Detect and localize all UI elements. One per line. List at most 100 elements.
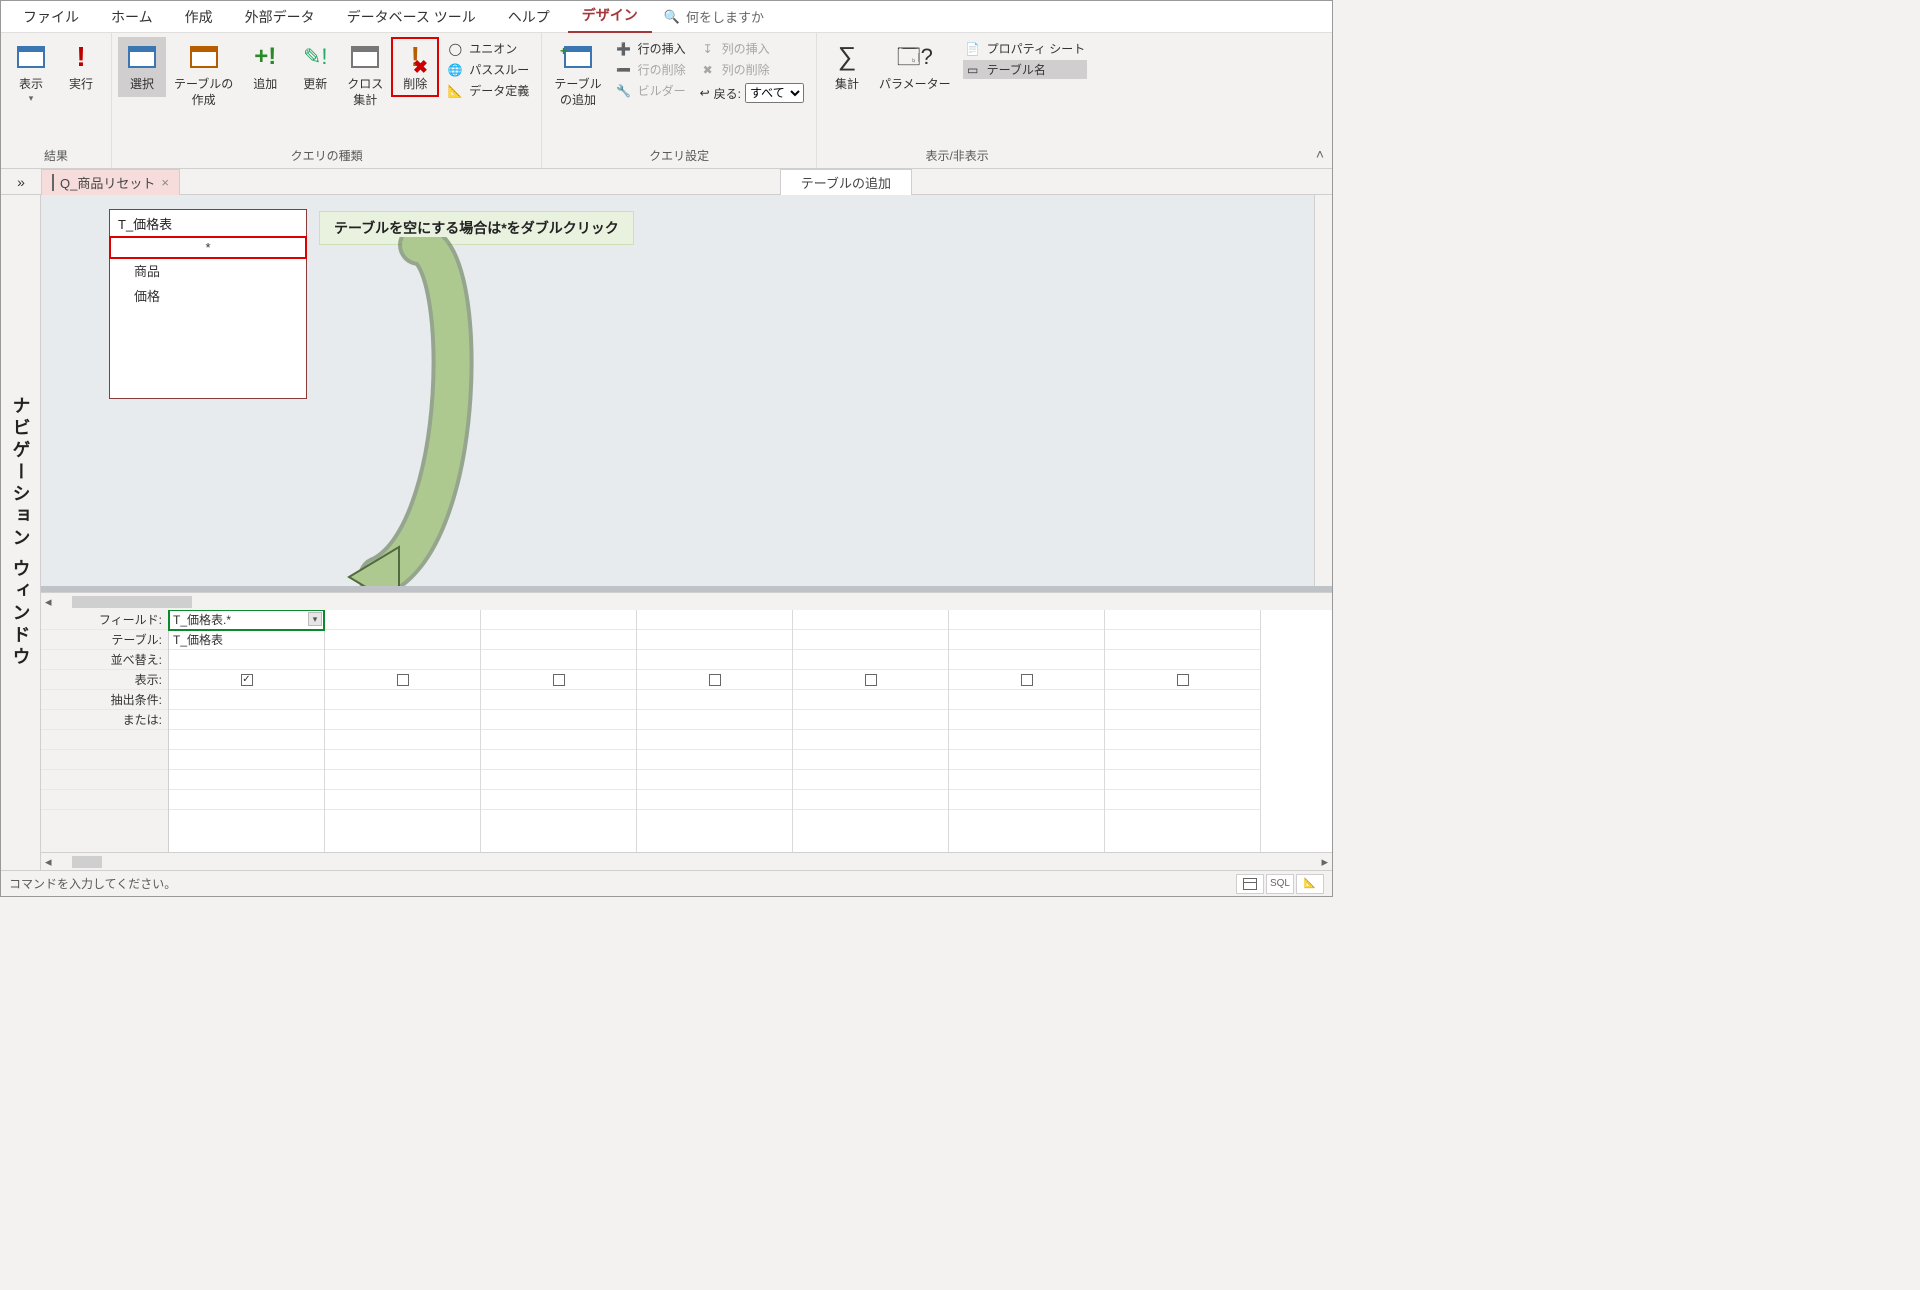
menu-create[interactable]: 作成 [171, 1, 227, 33]
blank-cell[interactable] [949, 750, 1104, 770]
blank-cell[interactable] [1105, 750, 1260, 770]
query-tab[interactable]: Q_商品リセット × [41, 169, 180, 195]
chevron-down-icon[interactable]: ▾ [308, 612, 322, 626]
design-view-button[interactable]: 📐 [1296, 874, 1324, 894]
show-cell[interactable] [169, 670, 324, 690]
union-button[interactable]: ◯ユニオン [445, 39, 531, 58]
append-button[interactable]: +! 追加 [241, 37, 289, 97]
property-sheet-button[interactable]: 📄プロパティ シート [963, 39, 1088, 58]
nav-pane-toggle[interactable]: » [1, 174, 41, 190]
blank-cell[interactable] [481, 730, 636, 750]
table-cell[interactable] [481, 630, 636, 650]
blank-cell[interactable] [481, 790, 636, 810]
blank-cell[interactable] [481, 750, 636, 770]
return-select[interactable]: すべて [745, 83, 804, 103]
design-vertical-scrollbar[interactable] [1314, 195, 1332, 586]
menu-home[interactable]: ホーム [97, 1, 167, 33]
blank-cell[interactable] [325, 750, 480, 770]
blank-cell[interactable] [1105, 770, 1260, 790]
sort-cell[interactable] [325, 650, 480, 670]
or-cell[interactable] [481, 710, 636, 730]
criteria-cell[interactable] [793, 690, 948, 710]
or-cell[interactable] [793, 710, 948, 730]
update-button[interactable]: ✎! 更新 [291, 37, 339, 97]
run-button[interactable]: ! 実行 [57, 37, 105, 97]
sort-cell[interactable] [637, 650, 792, 670]
criteria-cell[interactable] [325, 690, 480, 710]
criteria-cell[interactable] [637, 690, 792, 710]
builder-button[interactable]: 🔧ビルダー [614, 81, 688, 100]
blank-cell[interactable] [637, 730, 792, 750]
blank-cell[interactable] [637, 750, 792, 770]
field-cell[interactable] [481, 610, 636, 630]
or-cell[interactable] [169, 710, 324, 730]
show-cell[interactable] [1105, 670, 1260, 690]
menu-database-tools[interactable]: データベース ツール [333, 1, 490, 33]
crosstab-button[interactable]: クロス 集計 [341, 37, 389, 112]
show-checkbox[interactable] [1021, 674, 1033, 686]
tell-me-search[interactable]: 🔍 何をしますか [656, 7, 764, 26]
make-table-button[interactable]: テーブルの 作成 [168, 37, 239, 112]
show-checkbox[interactable] [553, 674, 565, 686]
view-button[interactable]: 表示 ▾ [7, 37, 55, 108]
show-cell[interactable] [637, 670, 792, 690]
table-cell[interactable] [949, 630, 1104, 650]
blank-cell[interactable] [793, 730, 948, 750]
add-table-button[interactable]: + テーブル の追加 [548, 37, 607, 112]
table-field-list[interactable]: T_価格表 * 商品 価格 [109, 209, 307, 399]
or-cell[interactable] [325, 710, 480, 730]
blank-cell[interactable] [793, 770, 948, 790]
show-checkbox[interactable] [397, 674, 409, 686]
show-cell[interactable] [793, 670, 948, 690]
show-cell[interactable] [481, 670, 636, 690]
passthrough-button[interactable]: 🌐パススルー [445, 60, 531, 79]
navigation-pane-collapsed[interactable]: ナビゲーション ウィンドウ [1, 195, 41, 870]
blank-cell[interactable] [949, 770, 1104, 790]
datasheet-view-button[interactable] [1236, 874, 1264, 894]
field-cell[interactable] [325, 610, 480, 630]
or-cell[interactable] [637, 710, 792, 730]
grid-horizontal-scrollbar[interactable]: ◂▸ [41, 852, 1332, 870]
blank-cell[interactable] [949, 730, 1104, 750]
select-query-button[interactable]: 選択 [118, 37, 166, 97]
blank-cell[interactable] [481, 770, 636, 790]
field-cell[interactable] [1105, 610, 1260, 630]
field-item[interactable]: 商品 [110, 258, 306, 283]
table-cell[interactable] [637, 630, 792, 650]
sort-cell[interactable] [1105, 650, 1260, 670]
delete-col-button[interactable]: ✖列の削除 [698, 60, 806, 79]
menu-design[interactable]: デザイン [568, 0, 652, 34]
show-checkbox[interactable] [1177, 674, 1189, 686]
ribbon-collapse-button[interactable]: ˄ [1316, 146, 1324, 162]
sort-cell[interactable] [949, 650, 1104, 670]
data-definition-button[interactable]: 📐データ定義 [445, 81, 531, 100]
field-cell[interactable]: T_価格表.*▾ [169, 610, 324, 630]
sort-cell[interactable] [793, 650, 948, 670]
table-cell[interactable] [793, 630, 948, 650]
blank-cell[interactable] [1105, 730, 1260, 750]
or-cell[interactable] [1105, 710, 1260, 730]
criteria-cell[interactable] [169, 690, 324, 710]
menu-help[interactable]: ヘルプ [494, 1, 564, 33]
menu-external-data[interactable]: 外部データ [231, 1, 329, 33]
menu-file[interactable]: ファイル [9, 1, 93, 33]
blank-cell[interactable] [637, 770, 792, 790]
criteria-cell[interactable] [481, 690, 636, 710]
add-table-pane-title[interactable]: テーブルの追加 [780, 169, 912, 195]
show-checkbox[interactable] [865, 674, 877, 686]
show-cell[interactable] [949, 670, 1104, 690]
blank-cell[interactable] [637, 790, 792, 810]
blank-cell[interactable] [169, 750, 324, 770]
blank-cell[interactable] [169, 770, 324, 790]
close-tab-icon[interactable]: × [161, 175, 169, 190]
insert-row-button[interactable]: ➕行の挿入 [614, 39, 688, 58]
table-cell[interactable] [325, 630, 480, 650]
show-checkbox[interactable] [709, 674, 721, 686]
table-names-button[interactable]: ▭テーブル名 [963, 60, 1088, 79]
blank-cell[interactable] [1105, 790, 1260, 810]
field-item[interactable]: 価格 [110, 283, 306, 308]
parameters-button[interactable]: 🗔? パラメーター [873, 37, 957, 97]
insert-col-button[interactable]: ↧列の挿入 [698, 39, 806, 58]
blank-cell[interactable] [169, 790, 324, 810]
design-surface[interactable]: T_価格表 * 商品 価格 テーブルを空にする場合は*をダブルクリック [41, 195, 1332, 592]
